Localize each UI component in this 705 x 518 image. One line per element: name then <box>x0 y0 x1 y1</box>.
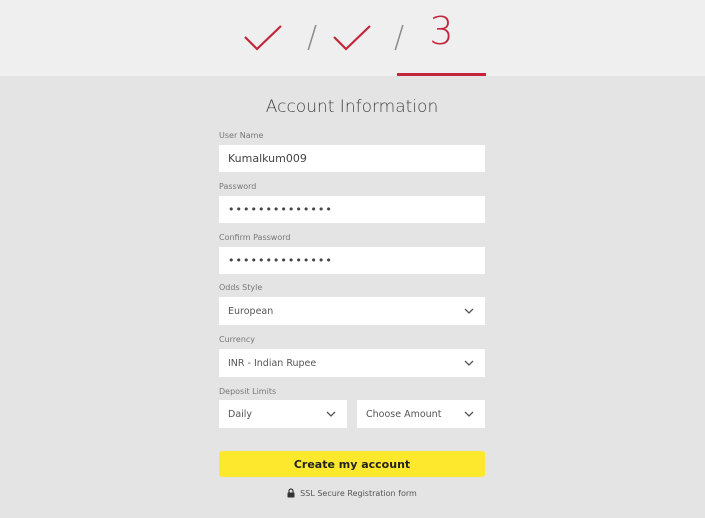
currency-select[interactable]: INR - Indian Rupee <box>219 349 485 377</box>
step-3-current: 3 <box>397 0 486 76</box>
step-3-number: 3 <box>429 9 454 53</box>
deposit-period-select[interactable]: Daily <box>219 400 347 428</box>
step-progress-bar: / / 3 <box>0 0 705 76</box>
deposit-limits-label: Deposit Limits <box>219 387 277 396</box>
chevron-down-icon <box>462 407 476 421</box>
password-input[interactable]: •••••••••••••• <box>219 196 485 223</box>
username-label: User Name <box>219 131 264 140</box>
deposit-amount-value: Choose Amount <box>366 408 442 420</box>
ssl-notice: SSL Secure Registration form <box>219 488 485 498</box>
deposit-period-value: Daily <box>228 408 253 420</box>
step-separator: / <box>306 20 318 55</box>
odds-style-select[interactable]: European <box>219 297 485 325</box>
currency-label: Currency <box>219 335 256 344</box>
form-title: Account Information <box>265 97 439 117</box>
password-label: Password <box>219 182 257 191</box>
chevron-down-icon <box>324 407 338 421</box>
odds-style-label: Odds Style <box>219 283 263 292</box>
step-2-complete <box>326 0 378 76</box>
currency-value: INR - Indian Rupee <box>228 357 317 369</box>
create-account-button[interactable]: Create my account <box>219 451 485 477</box>
current-step-indicator <box>397 73 486 76</box>
odds-style-value: European <box>228 305 274 317</box>
ssl-text: SSL Secure Registration form <box>300 488 417 498</box>
chevron-down-icon <box>462 356 476 370</box>
chevron-down-icon <box>462 304 476 318</box>
lock-icon <box>287 488 296 498</box>
deposit-amount-select[interactable]: Choose Amount <box>357 400 485 428</box>
confirm-password-input[interactable]: •••••••••••••• <box>219 247 485 274</box>
checkmark-icon <box>244 25 282 51</box>
confirm-password-label: Confirm Password <box>219 233 291 242</box>
checkmark-icon <box>333 25 371 51</box>
username-input[interactable] <box>219 145 485 172</box>
step-1-complete <box>237 0 289 76</box>
